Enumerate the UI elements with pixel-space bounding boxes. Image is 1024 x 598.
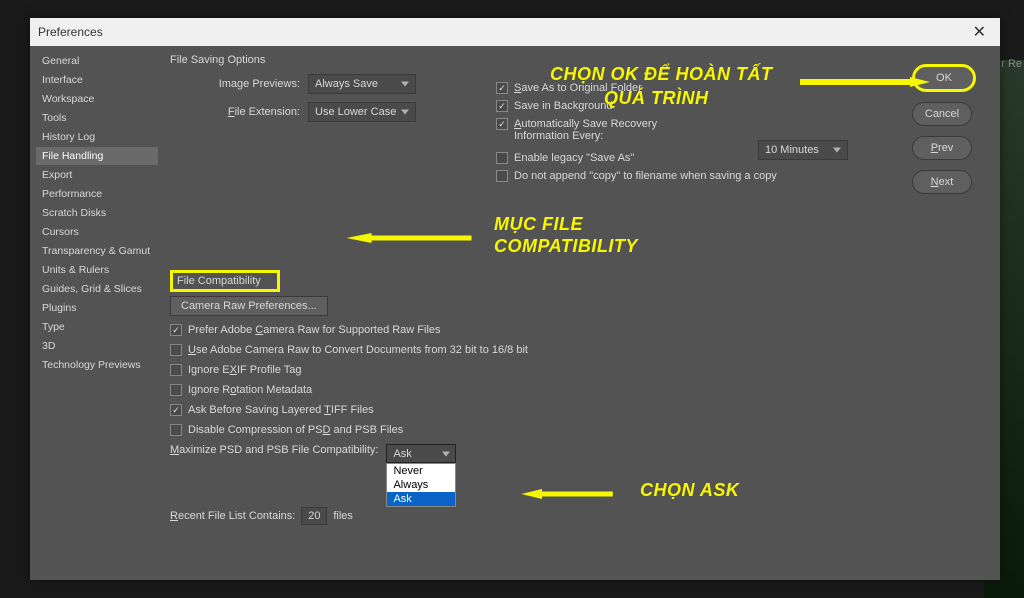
sidebar-item-transparency-gamut[interactable]: Transparency & Gamut: [36, 242, 158, 260]
ignore-exif-label: Ignore EXIF Profile Tag: [188, 364, 302, 376]
maximize-compat-row: Maximize PSD and PSB File Compatibility:…: [170, 444, 988, 463]
disable-psd-row: Disable Compression of PSD and PSB Files: [170, 424, 988, 436]
enable-legacy-row: Enable legacy "Save As": [496, 152, 916, 164]
auto-recovery-label: Automatically Save Recovery Information …: [514, 118, 664, 142]
cancel-button[interactable]: Cancel: [912, 102, 972, 126]
recovery-interval-select[interactable]: 10 Minutes: [758, 140, 848, 160]
dialog-buttons: OK Cancel Prev Next: [912, 64, 976, 194]
save-original-checkbox[interactable]: [496, 82, 508, 94]
maximize-opt-always[interactable]: Always: [387, 478, 455, 492]
sidebar-item-performance[interactable]: Performance: [36, 185, 158, 203]
save-bg-label: Save in Background: [514, 100, 612, 112]
sidebar-item-general[interactable]: General: [36, 52, 158, 70]
recent-files-row: Recent File List Contains: files: [170, 507, 988, 525]
use-raw-convert-label: Use Adobe Camera Raw to Convert Document…: [188, 344, 528, 356]
save-bg-checkbox[interactable]: [496, 100, 508, 112]
dialog-body: General Interface Workspace Tools Histor…: [30, 46, 1000, 580]
sidebar-item-history-log[interactable]: History Log: [36, 128, 158, 146]
next-button[interactable]: Next: [912, 170, 972, 194]
sidebar-item-file-handling[interactable]: File Handling: [36, 147, 158, 165]
bg-text-fragment: r Re: [1001, 58, 1022, 70]
sidebar-item-technology-previews[interactable]: Technology Previews: [36, 356, 158, 374]
main-panel: File Saving Options Image Previews: Alwa…: [158, 46, 1000, 580]
file-saving-section-title: File Saving Options: [170, 54, 988, 66]
ignore-exif-row: Ignore EXIF Profile Tag: [170, 364, 988, 376]
recent-files-label: Recent File List Contains:: [170, 510, 295, 522]
compat-checkboxes: Prefer Adobe Camera Raw for Supported Ra…: [170, 324, 988, 463]
prefer-raw-row: Prefer Adobe Camera Raw for Supported Ra…: [170, 324, 988, 336]
maximize-compat-options: Never Always Ask: [386, 463, 456, 507]
maximize-opt-never[interactable]: Never: [387, 464, 455, 478]
no-append-label: Do not append "copy" to filename when sa…: [514, 170, 777, 182]
sidebar-item-cursors[interactable]: Cursors: [36, 223, 158, 241]
sidebar-item-type[interactable]: Type: [36, 318, 158, 336]
disable-psd-checkbox[interactable]: [170, 424, 182, 436]
ask-tiff-checkbox[interactable]: [170, 404, 182, 416]
file-extension-select[interactable]: Use Lower Case: [308, 102, 416, 122]
window-title: Preferences: [38, 25, 103, 39]
file-extension-value: Use Lower Case: [315, 106, 396, 118]
no-append-checkbox[interactable]: [496, 170, 508, 182]
use-raw-convert-row: Use Adobe Camera Raw to Convert Document…: [170, 344, 988, 356]
ignore-rotation-checkbox[interactable]: [170, 384, 182, 396]
maximize-opt-ask[interactable]: Ask: [387, 492, 455, 506]
sidebar-item-scratch-disks[interactable]: Scratch Disks: [36, 204, 158, 222]
sidebar: General Interface Workspace Tools Histor…: [30, 46, 158, 580]
recovery-interval-value: 10 Minutes: [765, 144, 819, 156]
image-previews-select[interactable]: Always Save: [308, 74, 416, 94]
ignore-rotation-label: Ignore Rotation Metadata: [188, 384, 312, 396]
recent-files-suffix: files: [333, 510, 353, 522]
disable-psd-label: Disable Compression of PSD and PSB Files: [188, 424, 403, 436]
right-checkboxes: Save As to Original Folder Save in Backg…: [496, 82, 916, 188]
save-bg-row: Save in Background: [496, 100, 916, 112]
ask-tiff-row: Ask Before Saving Layered TIFF Files: [170, 404, 988, 416]
ask-tiff-label: Ask Before Saving Layered TIFF Files: [188, 404, 374, 416]
ok-button[interactable]: OK: [912, 64, 976, 92]
enable-legacy-checkbox[interactable]: [496, 152, 508, 164]
file-extension-label: File Extension:: [170, 106, 300, 118]
maximize-compat-dropdown[interactable]: Ask Never Always Ask: [386, 444, 456, 463]
ignore-exif-checkbox[interactable]: [170, 364, 182, 376]
prefer-raw-label: Prefer Adobe Camera Raw for Supported Ra…: [188, 324, 441, 336]
sidebar-item-export[interactable]: Export: [36, 166, 158, 184]
auto-recovery-row: Automatically Save Recovery Information …: [496, 118, 916, 142]
image-previews-label: Image Previews:: [170, 78, 300, 90]
camera-raw-prefs-button[interactable]: Camera Raw Preferences...: [170, 296, 328, 316]
sidebar-item-plugins[interactable]: Plugins: [36, 299, 158, 317]
recent-files-input[interactable]: [301, 507, 327, 525]
no-append-row: Do not append "copy" to filename when sa…: [496, 170, 916, 182]
sidebar-item-guides-grid-slices[interactable]: Guides, Grid & Slices: [36, 280, 158, 298]
file-compatibility-section: File Compatibility Camera Raw Preference…: [170, 270, 988, 525]
maximize-compat-label: Maximize PSD and PSB File Compatibility:: [170, 444, 378, 456]
maximize-compat-value: Ask: [393, 448, 411, 460]
maximize-compat-selected[interactable]: Ask: [386, 444, 456, 463]
sidebar-item-units-rulers[interactable]: Units & Rulers: [36, 261, 158, 279]
use-raw-convert-checkbox[interactable]: [170, 344, 182, 356]
image-previews-value: Always Save: [315, 78, 378, 90]
ignore-rotation-row: Ignore Rotation Metadata: [170, 384, 988, 396]
save-original-label: Save As to Original Folder: [514, 82, 642, 94]
save-original-row: Save As to Original Folder: [496, 82, 916, 94]
close-icon[interactable]: ✕: [967, 22, 992, 42]
file-compatibility-title: File Compatibility: [170, 270, 280, 292]
enable-legacy-label: Enable legacy "Save As": [514, 152, 634, 164]
sidebar-item-tools[interactable]: Tools: [36, 109, 158, 127]
sidebar-item-workspace[interactable]: Workspace: [36, 90, 158, 108]
sidebar-item-interface[interactable]: Interface: [36, 71, 158, 89]
sidebar-item-3d[interactable]: 3D: [36, 337, 158, 355]
titlebar: Preferences ✕: [30, 18, 1000, 46]
prev-button[interactable]: Prev: [912, 136, 972, 160]
prefer-raw-checkbox[interactable]: [170, 324, 182, 336]
auto-recovery-checkbox[interactable]: [496, 118, 508, 130]
preferences-dialog: Preferences ✕ General Interface Workspac…: [30, 18, 1000, 580]
